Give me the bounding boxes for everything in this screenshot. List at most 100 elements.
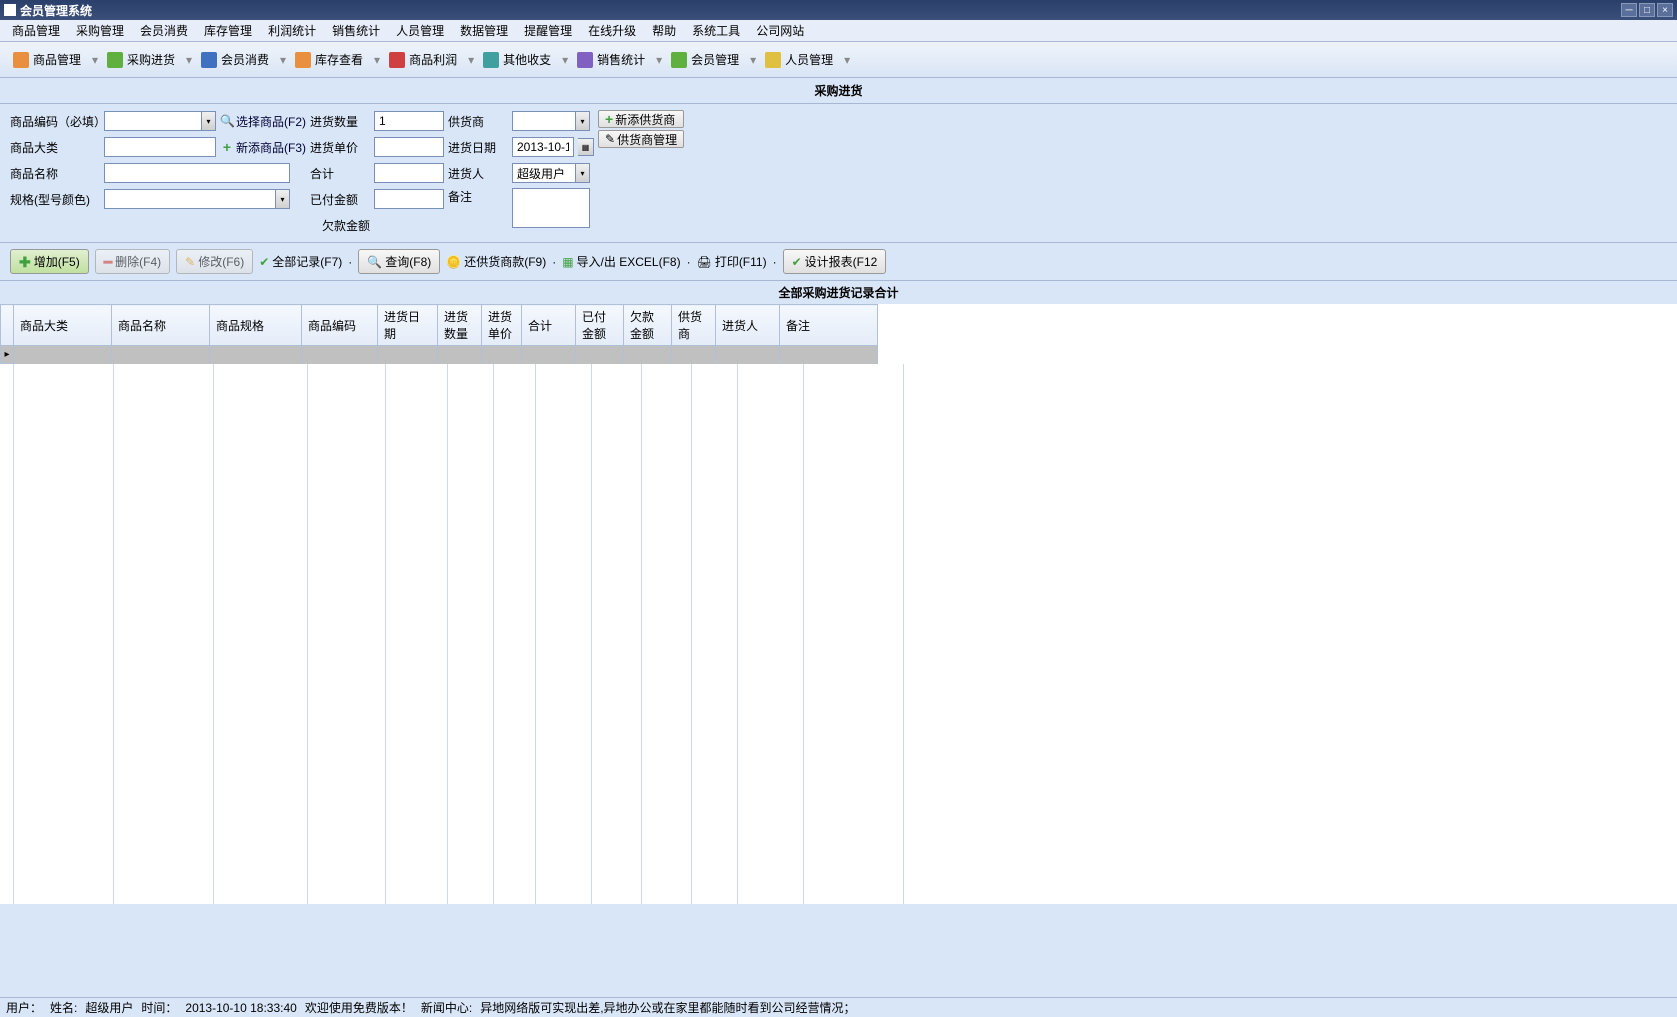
col-name[interactable]: 商品名称 [112,305,210,346]
toolbar-member-consume[interactable]: 会员消费 [192,46,278,73]
menu-sales[interactable]: 销售统计 [324,20,388,41]
toolbar-label: 会员管理 [691,51,739,68]
add-button[interactable]: ✚增加(F5) [10,249,89,274]
data-table: 商品大类 商品名称 商品规格 商品编码 进货日期 进货数量 进货单价 合计 已付… [0,304,878,364]
toolbar-inventory[interactable]: 库存查看 [286,46,372,73]
menu-profit[interactable]: 利润统计 [260,20,324,41]
select-product-button[interactable]: 🔍选择商品(F2) [220,113,306,130]
supplier-label: 供货商 [448,113,508,130]
spec-dropdown[interactable]: ▾ [276,189,290,209]
statusbar: 用户： 姓名: 超级用户 时间： 2013-10-10 18:33:40 欢迎使… [0,997,1677,1017]
remark-input[interactable] [512,188,590,228]
menu-personnel[interactable]: 人员管理 [388,20,452,41]
app-icon [4,4,16,16]
menu-upgrade[interactable]: 在线升级 [580,20,644,41]
check-icon: ✔ [259,255,269,269]
col-paid[interactable]: 已付金额 [576,305,624,346]
menu-inventory[interactable]: 库存管理 [196,20,260,41]
close-button[interactable]: × [1657,3,1673,17]
spec-input[interactable] [104,189,276,209]
add-supplier-button[interactable]: +新添供货商 [598,110,684,128]
toolbar-personnel[interactable]: 人员管理 [756,46,842,73]
menu-member-consume[interactable]: 会员消费 [132,20,196,41]
excel-icon: ▦ [562,255,573,269]
supplier-dropdown[interactable]: ▾ [576,111,590,131]
row-indicator: ▸ [1,346,14,364]
menu-tools[interactable]: 系统工具 [684,20,748,41]
status-name-value: 超级用户 [85,999,133,1016]
add-product-button[interactable]: +新添商品(F3) [220,139,306,156]
col-operator[interactable]: 进货人 [716,305,780,346]
date-picker-button[interactable]: ▦ [578,138,594,156]
design-report-button[interactable]: ✔设计报表(F12 [783,249,887,274]
menu-purchase[interactable]: 采购管理 [68,20,132,41]
toolbar-other-income[interactable]: 其他收支 [474,46,560,73]
toolbar-sales-stats[interactable]: 销售统计 [568,46,654,73]
btn-label: 新添供货商 [615,111,675,128]
status-time-label: 时间： [141,999,177,1016]
btn-label: 修改(F6) [198,253,244,270]
col-total[interactable]: 合计 [522,305,576,346]
all-records-link[interactable]: ✔全部记录(F7) [259,253,342,270]
toolbar-label: 库存查看 [315,51,363,68]
link-label: 打印(F11) [715,253,767,270]
col-price[interactable]: 进货单价 [482,305,522,346]
qty-input[interactable] [374,111,444,131]
toolbar-product-mgmt[interactable]: 商品管理 [4,46,90,73]
chart-icon [389,52,405,68]
category-input[interactable] [104,137,216,157]
remark-label: 备注 [448,188,508,205]
menu-reminder[interactable]: 提醒管理 [516,20,580,41]
operator-dropdown[interactable]: ▾ [576,163,590,183]
repay-link[interactable]: 🪙还供货商款(F9) [446,253,546,270]
menu-product[interactable]: 商品管理 [4,20,68,41]
toolbar-label: 采购进货 [127,51,175,68]
action-bar: ✚增加(F5) ━删除(F4) ✎修改(F6) ✔全部记录(F7) · 🔍查询(… [0,243,1677,281]
toolbar-profit[interactable]: 商品利润 [380,46,466,73]
delete-button[interactable]: ━删除(F4) [95,249,170,274]
house-icon [295,52,311,68]
minimize-button[interactable]: ─ [1621,3,1637,17]
data-table-container: 商品大类 商品名称 商品规格 商品编码 进货日期 进货数量 进货单价 合计 已付… [0,304,1677,904]
date-input[interactable] [512,137,574,157]
product-code-dropdown[interactable]: ▾ [202,111,216,131]
menu-help[interactable]: 帮助 [644,20,684,41]
toolbar-label: 会员消费 [221,51,269,68]
window-controls: ─ □ × [1621,3,1673,17]
menu-data[interactable]: 数据管理 [452,20,516,41]
col-remark[interactable]: 备注 [780,305,878,346]
col-code[interactable]: 商品编码 [302,305,378,346]
table-body-empty [0,364,1677,904]
col-category[interactable]: 商品大类 [14,305,112,346]
status-time-value: 2013-10-10 18:33:40 [185,1001,296,1015]
excel-link[interactable]: ▦导入/出 EXCEL(F8) [562,253,680,270]
toolbar-purchase[interactable]: 采购进货 [98,46,184,73]
coin-icon: 🪙 [446,255,461,269]
section-header: 采购进货 [0,78,1677,104]
col-spec[interactable]: 商品规格 [210,305,302,346]
manage-supplier-button[interactable]: ✎供货商管理 [598,130,684,148]
total-input[interactable] [374,163,444,183]
print-link[interactable]: 🖨打印(F11) [697,253,767,270]
modify-button[interactable]: ✎修改(F6) [176,249,253,274]
toolbar-member-mgmt[interactable]: 会员管理 [662,46,748,73]
supplier-input[interactable] [512,111,576,131]
check-icon: ✔ [792,255,802,269]
col-date[interactable]: 进货日期 [378,305,438,346]
status-user-label: 用户： [6,999,42,1016]
pencil-icon: ✎ [185,255,195,269]
col-qty[interactable]: 进货数量 [438,305,482,346]
unit-price-input[interactable] [374,137,444,157]
product-name-input[interactable] [104,163,290,183]
paid-input[interactable] [374,189,444,209]
col-supplier[interactable]: 供货商 [672,305,716,346]
maximize-button[interactable]: □ [1639,3,1655,17]
operator-input[interactable] [512,163,576,183]
table-title: 全部采购进货记录合计 [0,281,1677,304]
table-row[interactable]: ▸ [1,346,878,364]
minus-icon: ━ [104,255,112,269]
query-button[interactable]: 🔍查询(F8) [358,249,440,274]
menu-website[interactable]: 公司网站 [748,20,812,41]
col-owed[interactable]: 欠款金额 [624,305,672,346]
product-code-input[interactable] [104,111,202,131]
